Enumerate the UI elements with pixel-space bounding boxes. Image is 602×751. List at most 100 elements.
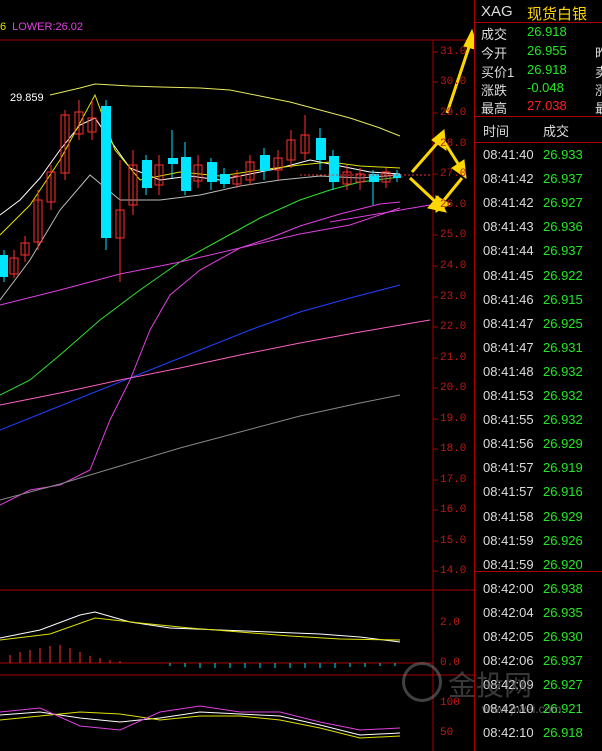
tick-time: 08:41:57 bbox=[483, 460, 534, 476]
legend-lower: LOWER:26.02 bbox=[12, 21, 84, 33]
price-axis-label: 18.0 bbox=[440, 443, 467, 455]
tick-row: 08:41:47 26.931 bbox=[475, 336, 602, 360]
tick-price: 26.927 bbox=[543, 195, 583, 211]
kline-chart-area[interactable]: 6 LOWER:26.02 29.859 31.0 30.0 29.0 28.0 … bbox=[0, 0, 474, 751]
tick-price: 26.925 bbox=[543, 315, 583, 331]
tick-time: 08:42:00 bbox=[483, 580, 534, 596]
price-axis-label: 29.0 bbox=[440, 107, 467, 119]
macd-panel bbox=[0, 611, 433, 668]
tick-row: 08:41:57 26.916 bbox=[475, 480, 602, 504]
kdj-axis-label: 50 bbox=[440, 727, 454, 739]
quote-extra-label: 卖 bbox=[595, 65, 602, 80]
tick-time: 08:42:10 bbox=[483, 725, 534, 741]
tick-price: 26.929 bbox=[543, 436, 583, 452]
price-axis-label: 22.0 bbox=[440, 321, 467, 333]
tick-time: 08:41:47 bbox=[483, 315, 534, 331]
tick-time: 08:41:48 bbox=[483, 363, 534, 379]
price-axis-label: 26.0 bbox=[440, 199, 467, 211]
tick-time: 08:41:46 bbox=[483, 291, 534, 307]
watermark: 金投网 www.jrwei.com bbox=[390, 650, 590, 720]
tick-time: 08:41:53 bbox=[483, 388, 534, 403]
quote-row-open: 今开 26.955 昨 bbox=[475, 43, 602, 62]
price-axis-label: 19.0 bbox=[440, 413, 467, 425]
tick-row: 08:42:00 26.938 bbox=[475, 577, 602, 601]
symbol-name: 现货白银 bbox=[527, 6, 588, 23]
price-axis-label: 14.0 bbox=[440, 565, 467, 577]
macd-axis-label: 2.0 bbox=[440, 617, 460, 629]
tick-price: 26.936 bbox=[543, 219, 583, 235]
quote-label: 买价1 bbox=[481, 65, 515, 80]
tick-price: 26.933 bbox=[543, 147, 583, 162]
price-chart[interactable] bbox=[0, 0, 474, 751]
quote-row-change: 涨跌 -0.048 涨 bbox=[475, 80, 602, 99]
tick-row: 08:41:59 26.920 bbox=[475, 553, 602, 577]
tick-row: 08:41:43 26.936 bbox=[475, 215, 602, 239]
tick-row: 08:41:42 26.927 bbox=[475, 191, 602, 215]
tick-time: 08:41:45 bbox=[483, 267, 534, 283]
tick-row: 08:42:05 26.930 bbox=[475, 625, 602, 649]
kdj-panel bbox=[0, 705, 401, 739]
tick-row: 08:41:58 26.929 bbox=[475, 505, 602, 529]
tick-row: 08:42:10 26.918 bbox=[475, 721, 602, 745]
tick-time: 08:41:42 bbox=[483, 195, 534, 211]
tick-price: 26.915 bbox=[543, 291, 583, 307]
quote-label: 今开 bbox=[481, 46, 508, 61]
tick-price: 26.919 bbox=[543, 460, 583, 476]
tick-price: 26.918 bbox=[543, 725, 583, 741]
tick-time: 08:41:40 bbox=[483, 147, 534, 162]
tick-time: 08:41:44 bbox=[483, 243, 534, 259]
tick-price: 26.935 bbox=[543, 604, 583, 620]
ticks-header-price: 成交 bbox=[543, 124, 570, 139]
quote-row-last: 成交 26.918 bbox=[475, 24, 602, 43]
tick-price: 26.932 bbox=[543, 363, 583, 379]
candles bbox=[0, 100, 401, 282]
quote-panel: XAG 现货白银 成交 26.918 今开 26.955 昨 买价1 26.91… bbox=[474, 0, 602, 751]
tick-time: 08:42:05 bbox=[483, 629, 534, 644]
tick-price: 26.937 bbox=[543, 171, 583, 187]
symbol-code: XAG bbox=[481, 3, 513, 20]
price-axis-label: 17.0 bbox=[440, 474, 467, 486]
quote-label: 成交 bbox=[481, 27, 508, 42]
tick-time: 08:41:57 bbox=[483, 484, 534, 500]
tick-price: 26.938 bbox=[543, 580, 583, 596]
quote-row-high: 最高 27.038 最 bbox=[475, 98, 602, 117]
tick-price: 26.916 bbox=[543, 484, 583, 500]
tick-time: 08:41:56 bbox=[483, 436, 534, 452]
price-axis-label: 15.0 bbox=[440, 535, 467, 547]
tick-price: 26.931 bbox=[543, 339, 583, 355]
quote-extra-label: 最 bbox=[595, 101, 602, 116]
tick-time: 08:41:47 bbox=[483, 339, 534, 355]
tick-time: 08:41:42 bbox=[483, 171, 534, 187]
legend-lead: 6 bbox=[0, 21, 7, 33]
quote-value: 26.918 bbox=[527, 62, 567, 77]
tick-price: 26.932 bbox=[543, 388, 583, 403]
tick-time: 08:42:04 bbox=[483, 604, 534, 620]
quote-extra-label: 昨 bbox=[595, 46, 602, 61]
price-axis-label: 24.0 bbox=[440, 260, 467, 272]
price-axis-label: 16.0 bbox=[440, 504, 467, 516]
tick-row: 08:41:40 26.933 bbox=[475, 143, 602, 167]
tick-row: 08:41:48 26.932 bbox=[475, 360, 602, 384]
tick-price: 26.922 bbox=[543, 267, 583, 283]
price-axis-label: 20.0 bbox=[440, 382, 467, 394]
tick-price: 26.926 bbox=[543, 532, 583, 548]
price-axis-label: 30.0 bbox=[440, 76, 467, 88]
tick-price: 26.920 bbox=[543, 556, 583, 572]
price-axis-label: 31.0 bbox=[440, 46, 467, 58]
tick-row: 08:41:45 26.922 bbox=[475, 264, 602, 288]
tick-time: 08:41:55 bbox=[483, 412, 534, 428]
ma-darkgray-line bbox=[0, 394, 401, 501]
tick-row: 08:42:04 26.935 bbox=[475, 601, 602, 625]
price-axis-label: 28.0 bbox=[440, 138, 467, 150]
tick-row: 08:41:47 26.925 bbox=[475, 312, 602, 336]
tick-row: 08:41:55 26.932 bbox=[475, 408, 602, 432]
tick-time: 08:41:43 bbox=[483, 219, 534, 235]
ma-pink-line bbox=[0, 319, 431, 406]
price-axis-label: 25.0 bbox=[440, 229, 467, 241]
ma-white-line bbox=[0, 117, 401, 216]
watermark-logo-icon bbox=[402, 662, 442, 702]
tick-price: 26.930 bbox=[543, 629, 583, 644]
lower-band-extension bbox=[329, 204, 431, 223]
watermark-url: www.jrwei.com bbox=[482, 702, 562, 716]
quote-value: 26.955 bbox=[527, 43, 567, 58]
